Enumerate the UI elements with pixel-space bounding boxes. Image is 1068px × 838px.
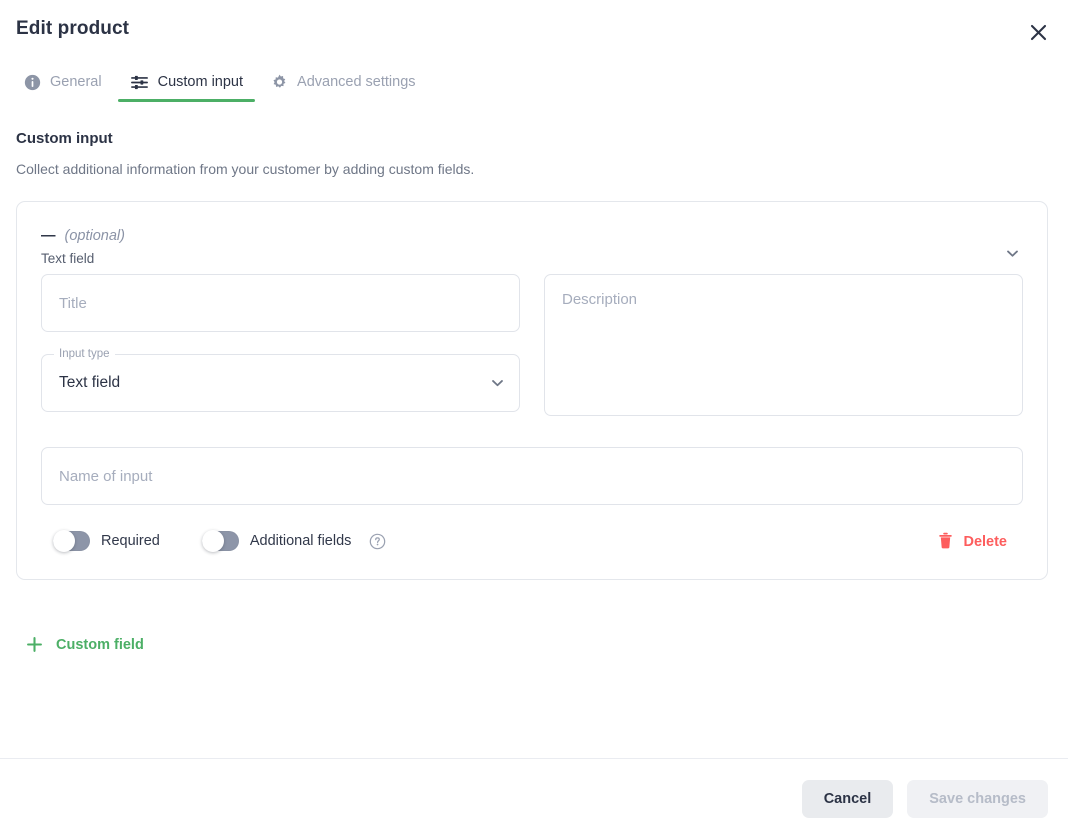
info-circle-icon xyxy=(24,74,41,91)
edit-product-modal: Edit product General Custom input Advanc… xyxy=(0,0,1068,838)
additional-fields-toggle-group[interactable]: Additional fields xyxy=(201,530,387,552)
modal-header: Edit product xyxy=(0,0,1068,60)
save-changes-button[interactable]: Save changes xyxy=(907,779,1048,818)
custom-field-card-body: Input type Text field xyxy=(17,274,1047,579)
close-button[interactable] xyxy=(1022,16,1054,48)
tab-custom-input-label: Custom input xyxy=(157,74,244,90)
custom-field-title-placeholder: — xyxy=(41,228,56,244)
collapse-card-button[interactable] xyxy=(999,242,1025,268)
additional-fields-toggle-knob xyxy=(201,530,224,552)
tab-general[interactable]: General xyxy=(12,64,114,100)
add-custom-field-button[interactable]: Custom field xyxy=(18,630,152,659)
tab-advanced-settings-label: Advanced settings xyxy=(297,74,416,90)
tab-bar: General Custom input Advanced settings xyxy=(0,64,1068,102)
tab-custom-input[interactable]: Custom input xyxy=(117,64,256,102)
custom-field-card: — (optional) Text field Input type xyxy=(16,201,1048,580)
input-type-label: Input type xyxy=(54,347,115,361)
help-circle-icon[interactable] xyxy=(369,533,386,550)
tab-advanced-settings[interactable]: Advanced settings xyxy=(259,64,428,100)
required-toggle-label: Required xyxy=(101,533,160,549)
additional-fields-toggle[interactable] xyxy=(201,530,239,552)
input-type-selected-value: Text field xyxy=(59,374,121,391)
input-type-select-control[interactable]: Text field xyxy=(41,354,520,412)
name-of-input-row xyxy=(41,447,1023,505)
custom-field-optional-tag: (optional) xyxy=(64,228,125,244)
title-and-type-column: Input type Text field xyxy=(41,274,520,412)
cancel-button[interactable]: Cancel xyxy=(801,779,894,818)
name-of-input-field[interactable] xyxy=(41,447,1023,505)
required-toggle-group[interactable]: Required xyxy=(53,530,160,552)
page-title: Edit product xyxy=(16,18,130,39)
required-toggle-knob xyxy=(53,530,75,552)
tab-general-label: General xyxy=(50,74,102,90)
section-title: Custom input xyxy=(16,130,113,147)
chevron-down-icon xyxy=(490,376,505,391)
custom-field-options-row: Required Additional fields Delete xyxy=(41,505,1023,579)
trash-icon xyxy=(938,532,953,552)
title-input[interactable] xyxy=(41,274,520,332)
required-toggle[interactable] xyxy=(53,530,90,552)
description-column xyxy=(544,274,1023,421)
title-description-row: Input type Text field xyxy=(41,274,1023,421)
custom-field-summary: — (optional) xyxy=(41,228,1023,244)
chevron-down-icon xyxy=(1005,246,1020,264)
gear-icon xyxy=(271,74,288,91)
add-custom-field-label: Custom field xyxy=(56,636,144,653)
additional-fields-toggle-label: Additional fields xyxy=(249,533,352,549)
tune-sliders-icon xyxy=(130,73,149,92)
description-input[interactable] xyxy=(544,274,1023,416)
custom-field-type-label: Text field xyxy=(41,251,95,266)
delete-custom-field-button[interactable]: Delete xyxy=(932,528,1013,556)
custom-field-card-header: — (optional) Text field xyxy=(17,202,1047,274)
close-icon xyxy=(1030,24,1047,41)
input-type-select[interactable]: Input type Text field xyxy=(41,347,520,412)
modal-footer: Cancel Save changes xyxy=(0,759,1068,838)
delete-custom-field-label: Delete xyxy=(963,534,1007,550)
section-description: Collect additional information from your… xyxy=(16,161,475,177)
plus-icon xyxy=(26,636,43,653)
